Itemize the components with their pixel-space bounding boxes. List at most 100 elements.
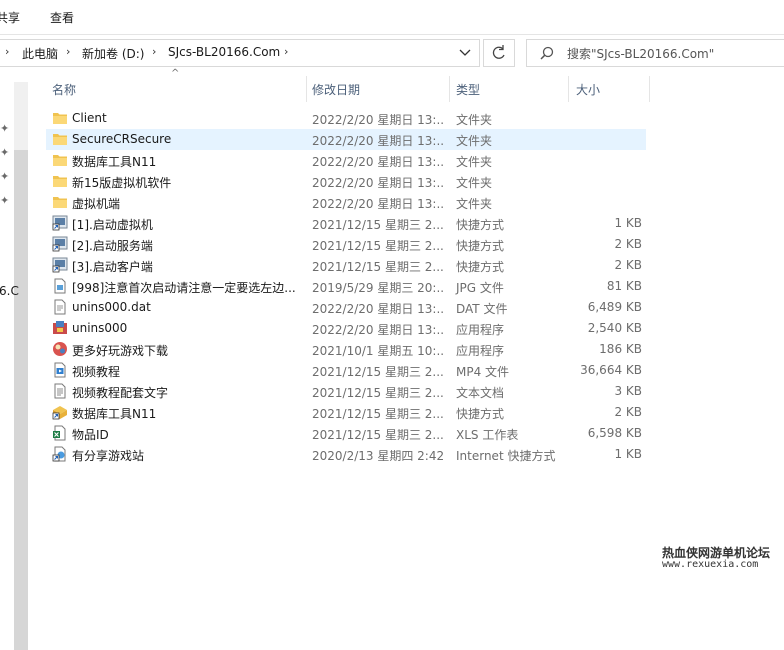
breadcrumb-drive[interactable]: 新加卷 (D:) <box>82 45 144 62</box>
file-row[interactable]: SecureCRSecure 2022/2/20 星期日 13:... 文件夹 <box>46 129 646 150</box>
file-row[interactable]: 新15版虚拟机软件 2022/2/20 星期日 13:... 文件夹 <box>46 171 666 192</box>
breadcrumb-folder[interactable]: SJcs-BL20166.Com <box>168 45 280 59</box>
game-app-icon <box>52 341 68 357</box>
breadcrumb-this-pc[interactable]: 此电脑 <box>22 45 58 62</box>
column-divider[interactable] <box>306 76 307 102</box>
column-divider[interactable] <box>649 76 650 102</box>
search-box[interactable]: 搜索"SJcs-BL20166.Com" <box>526 39 784 67</box>
ribbon: 共享 查看 <box>0 0 784 34</box>
pin-icon: ✦ <box>0 194 10 207</box>
file-date: 2019/5/29 星期三 20:... <box>312 281 444 295</box>
file-date: 2022/2/20 星期日 13:... <box>312 155 444 169</box>
nav-item-fragment[interactable]: 6.C <box>0 284 19 298</box>
file-date: 2021/10/1 星期五 10:... <box>312 344 444 358</box>
folder-icon <box>52 131 68 147</box>
column-size[interactable]: 大小 <box>576 81 600 98</box>
search-icon <box>539 45 555 61</box>
file-date: 2022/2/20 星期日 13:... <box>312 134 444 148</box>
file-size: 2 KB <box>614 258 642 272</box>
chevron-right-icon[interactable]: › <box>152 45 156 58</box>
file-date: 2022/2/20 星期日 13:... <box>312 302 444 316</box>
file-type: JPG 文件 <box>456 281 504 295</box>
column-type[interactable]: 类型 <box>456 81 480 98</box>
nav-scrollbar-thumb[interactable] <box>14 150 28 650</box>
file-type: 文件夹 <box>456 134 493 148</box>
file-row[interactable]: 有分享游戏站 2020/2/13 星期四 2:42 Internet 快捷方式 1 K… <box>46 444 666 465</box>
file-size: 6,598 KB <box>587 426 642 440</box>
chevron-right-icon[interactable]: › <box>5 45 9 58</box>
column-divider[interactable] <box>568 76 569 102</box>
file-date: 2022/2/20 星期日 13:... <box>312 113 444 127</box>
file-type: 快捷方式 <box>456 407 505 421</box>
file-name: 数据库工具N11 <box>72 407 157 421</box>
file-date: 2020/2/13 星期四 2:42 <box>312 449 444 463</box>
file-size: 2,540 KB <box>587 321 642 335</box>
file-date: 2021/12/15 星期三 2... <box>312 428 444 442</box>
file-row[interactable]: [2].启动服务端 2021/12/15 星期三 2... 快捷方式 2 KB <box>46 234 666 255</box>
file-date: 2021/12/15 星期三 2... <box>312 386 444 400</box>
file-type: 快捷方式 <box>456 218 505 232</box>
file-name: 视频教程配套文字 <box>72 386 169 400</box>
file-name: 更多好玩游戏下载 <box>72 344 169 358</box>
db-shortcut-icon <box>52 404 68 420</box>
file-row[interactable]: unins000.dat 2022/2/20 星期日 13:... DAT 文件 6,… <box>46 297 666 318</box>
file-row[interactable]: unins000 2022/2/20 星期日 13:... 应用程序 2,540 KB <box>46 318 666 339</box>
file-name: Client <box>72 111 107 125</box>
file-row[interactable]: [998]注意首次启动请注意一定要选左边... 2019/5/29 星期三 20:… <box>46 276 666 297</box>
file-date: 2021/12/15 星期三 2... <box>312 239 444 253</box>
file-name: 物品ID <box>72 428 109 442</box>
column-date[interactable]: 修改日期 <box>312 81 360 98</box>
search-placeholder: 搜索"SJcs-BL20166.Com" <box>567 47 715 61</box>
refresh-button[interactable] <box>483 39 515 67</box>
chevron-down-icon[interactable] <box>457 43 473 61</box>
file-size: 1 KB <box>614 216 642 230</box>
chevron-right-icon[interactable]: › <box>284 45 288 58</box>
file-row[interactable]: Client 2022/2/20 星期日 13:... 文件夹 <box>46 108 666 129</box>
file-date: 2021/12/15 星期三 2... <box>312 260 444 274</box>
file-size: 3 KB <box>614 384 642 398</box>
file-size: 6,489 KB <box>587 300 642 314</box>
file-row[interactable]: 视频教程 2021/12/15 星期三 2... MP4 文件 36,664 KB <box>46 360 666 381</box>
file-type: 文件夹 <box>456 155 493 169</box>
folder-icon <box>52 173 68 189</box>
file-size: 186 KB <box>599 342 642 356</box>
file-type: 快捷方式 <box>456 239 505 253</box>
folder-icon <box>52 152 68 168</box>
chevron-right-icon[interactable]: › <box>66 45 70 58</box>
column-header-row: 名称 修改日期 类型 大小 <box>46 72 666 104</box>
file-type: XLS 工作表 <box>456 428 519 442</box>
ribbon-divider <box>0 34 784 35</box>
file-row[interactable]: [1].启动虚拟机 2021/12/15 星期三 2... 快捷方式 1 KB <box>46 213 666 234</box>
file-name: 虚拟机端 <box>72 197 121 211</box>
file-row[interactable]: 物品ID 2021/12/15 星期三 2... XLS 工作表 6,598 KB <box>46 423 666 444</box>
file-row[interactable]: [3].启动客户端 2021/12/15 星期三 2... 快捷方式 2 KB <box>46 255 666 276</box>
tab-view[interactable]: 查看 <box>50 9 74 26</box>
pin-icon: ✦ <box>0 170 10 183</box>
file-type: 应用程序 <box>456 344 505 358</box>
file-name: SecureCRSecure <box>72 132 172 146</box>
file-row[interactable]: 数据库工具N11 2022/2/20 星期日 13:... 文件夹 <box>46 150 666 171</box>
tab-share[interactable]: 共享 <box>0 9 20 26</box>
file-type: MP4 文件 <box>456 365 510 379</box>
navigation-pane[interactable]: ✦ ✦ ✦ ✦ 6.C <box>0 70 28 650</box>
file-row[interactable]: 更多好玩游戏下载 2021/10/1 星期五 10:... 应用程序 186 KB <box>46 339 666 360</box>
file-row[interactable]: 视频教程配套文字 2021/12/15 星期三 2... 文本文档 3 KB <box>46 381 666 402</box>
file-row[interactable]: 虚拟机端 2022/2/20 星期日 13:... 文件夹 <box>46 192 666 213</box>
column-name[interactable]: 名称 <box>52 81 76 98</box>
file-type: 快捷方式 <box>456 260 505 274</box>
folder-icon <box>52 110 68 126</box>
file-name: [1].启动虚拟机 <box>72 218 153 232</box>
file-type: Internet 快捷方式 <box>456 449 556 463</box>
file-type: 文本文档 <box>456 386 505 400</box>
file-name: [2].启动服务端 <box>72 239 153 253</box>
file-name: 有分享游戏站 <box>72 449 145 463</box>
file-date: 2022/2/20 星期日 13:... <box>312 197 444 211</box>
file-row[interactable]: 数据库工具N11 2021/12/15 星期三 2... 快捷方式 2 KB <box>46 402 666 423</box>
file-size: 81 KB <box>606 279 642 293</box>
file-name: [998]注意首次启动请注意一定要选左边... <box>72 281 296 295</box>
file-name: [3].启动客户端 <box>72 260 153 274</box>
address-bar[interactable]: › 此电脑 › 新加卷 (D:) › SJcs-BL20166.Com › <box>0 39 480 67</box>
file-type: 应用程序 <box>456 323 505 337</box>
column-divider[interactable] <box>449 76 450 102</box>
file-date: 2022/2/20 星期日 13:... <box>312 176 444 190</box>
